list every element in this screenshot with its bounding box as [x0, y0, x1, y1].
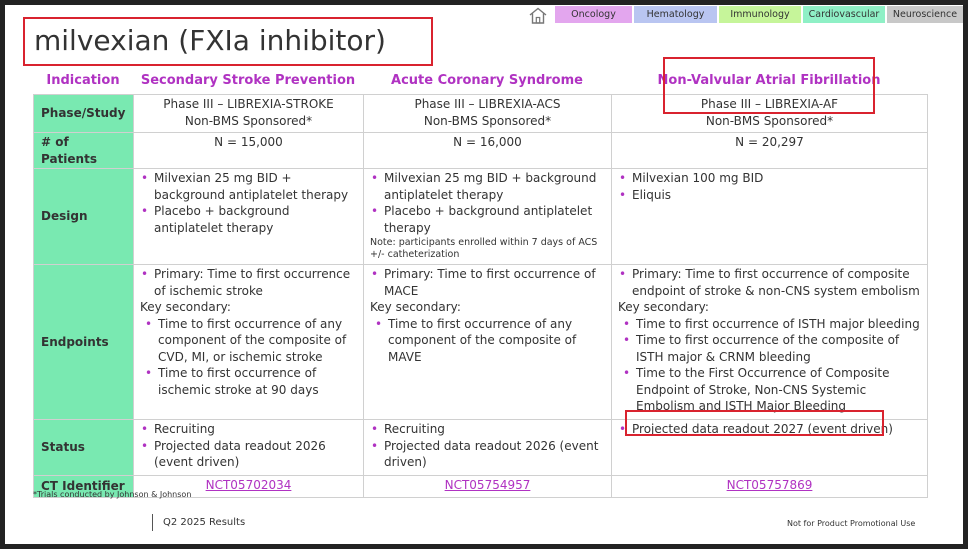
- list-item: Time to first occurrence of any componen…: [140, 316, 357, 366]
- cell-patients-c1: N = 15,000: [133, 132, 364, 169]
- list-item: Time to first occurrence of any componen…: [370, 316, 605, 366]
- cell-endpoints-c2: Primary: Time to first occurrence of MAC…: [363, 264, 612, 420]
- phase-sponsor: Non-BMS Sponsored*: [705, 113, 834, 128]
- list-item: Recruiting: [140, 421, 357, 438]
- ct-link[interactable]: NCT05754957: [445, 478, 531, 492]
- key-secondary-label: Key secondary:: [140, 300, 231, 314]
- design-note: Note: participants enrolled within 7 day…: [370, 237, 598, 260]
- header-secondary-stroke: Secondary Stroke Prevention: [140, 73, 356, 88]
- phase-study: Phase III – LIBREXIA-STROKE: [163, 97, 334, 111]
- cell-design-c1: Milvexian 25 mg BID + background antipla…: [133, 168, 364, 265]
- nav-tab-hematology[interactable]: Hematology: [634, 6, 717, 23]
- list-item: Recruiting: [370, 421, 605, 438]
- footnote: *Trials conducted by Johnson & Johnson: [33, 490, 192, 499]
- cell-design-c2: Milvexian 25 mg BID + background antipla…: [363, 168, 612, 265]
- list-item: Placebo + background antiplatelet therap…: [140, 203, 357, 236]
- phase-sponsor: Non-BMS Sponsored*: [423, 113, 552, 128]
- list-item: Milvexian 100 mg BID: [618, 170, 921, 187]
- cell-endpoints-c3: Primary: Time to first occurrence of com…: [611, 264, 928, 420]
- row-patients: # of Patients N = 15,000 N = 16,000 N = …: [33, 132, 928, 169]
- list-item: Placebo + background antiplatelet therap…: [370, 203, 605, 236]
- cell-status-c1: Recruiting Projected data readout 2026 (…: [133, 419, 364, 476]
- cell-phase-c1: Phase III – LIBREXIA-STROKE Non-BMS Spon…: [133, 94, 364, 133]
- list-item: Projected data readout 2026 (event drive…: [140, 438, 357, 471]
- status-highlight-box: [625, 410, 884, 436]
- cell-ct-c2: NCT05754957: [363, 475, 612, 498]
- ct-link[interactable]: NCT05757869: [727, 478, 813, 492]
- cell-patients-c3: N = 20,297: [611, 132, 928, 169]
- list-item: Projected data readout 2026 (event drive…: [370, 438, 605, 471]
- ct-link[interactable]: NCT05702034: [206, 478, 292, 492]
- cell-design-c3: Milvexian 100 mg BID Eliquis: [611, 168, 928, 265]
- row-endpoints: Endpoints Primary: Time to first occurre…: [33, 264, 928, 420]
- home-icon[interactable]: [528, 7, 548, 24]
- footer-divider: [152, 514, 153, 531]
- cell-status-c2: Recruiting Projected data readout 2026 (…: [363, 419, 612, 476]
- cell-patients-c2: N = 16,000: [363, 132, 612, 169]
- primary-endpoint: Primary: Time to first occurrence of MAC…: [370, 266, 605, 299]
- header-acs: Acute Coronary Syndrome: [391, 73, 583, 88]
- list-item: Time to the First Occurrence of Composit…: [618, 365, 921, 415]
- label-phase: Phase/Study: [33, 94, 134, 133]
- cell-endpoints-c1: Primary: Time to first occurrence of isc…: [133, 264, 364, 420]
- primary-endpoint: Primary: Time to first occurrence of com…: [618, 266, 921, 299]
- cell-phase-c2: Phase III – LIBREXIA-ACS Non-BMS Sponsor…: [363, 94, 612, 133]
- list-item: Time to first occurrence of ischemic str…: [140, 365, 357, 398]
- row-design: Design Milvexian 25 mg BID + background …: [33, 168, 928, 265]
- list-item: Milvexian 25 mg BID + background antipla…: [370, 170, 605, 203]
- list-item: Time to first occurrence of the composit…: [618, 332, 921, 365]
- nav-tab-cardiovascular[interactable]: Cardiovascular: [803, 6, 885, 23]
- footer-results: Q2 2025 Results: [163, 517, 246, 528]
- header-indication: Indication: [46, 73, 120, 88]
- label-patients: # of Patients: [33, 132, 134, 169]
- list-item: Eliquis: [618, 187, 921, 204]
- nav-tab-oncology[interactable]: Oncology: [555, 6, 632, 23]
- list-item: Milvexian 25 mg BID + background antipla…: [140, 170, 357, 203]
- list-item: Time to first occurrence of ISTH major b…: [618, 316, 921, 333]
- label-status: Status: [33, 419, 134, 476]
- phase-study: Phase III – LIBREXIA-ACS: [414, 97, 561, 111]
- footer-disclaimer: Not for Product Promotional Use: [787, 519, 916, 528]
- primary-endpoint: Primary: Time to first occurrence of isc…: [140, 266, 357, 299]
- phase-sponsor: Non-BMS Sponsored*: [184, 113, 313, 128]
- nav-tab-immunology[interactable]: Immunology: [719, 6, 801, 23]
- nav-tab-neuroscience[interactable]: Neuroscience: [887, 6, 963, 23]
- key-secondary-label: Key secondary:: [618, 300, 709, 314]
- key-secondary-label: Key secondary:: [370, 300, 461, 314]
- label-endpoints: Endpoints: [33, 264, 134, 420]
- label-design: Design: [33, 168, 134, 265]
- trial-table: Phase/Study Phase III – LIBREXIA-STROKE …: [33, 94, 928, 498]
- cell-ct-c3: NCT05757869: [611, 475, 928, 498]
- af-highlight-box: [663, 57, 875, 114]
- page-title: milvexian (FXIa inhibitor): [34, 24, 386, 57]
